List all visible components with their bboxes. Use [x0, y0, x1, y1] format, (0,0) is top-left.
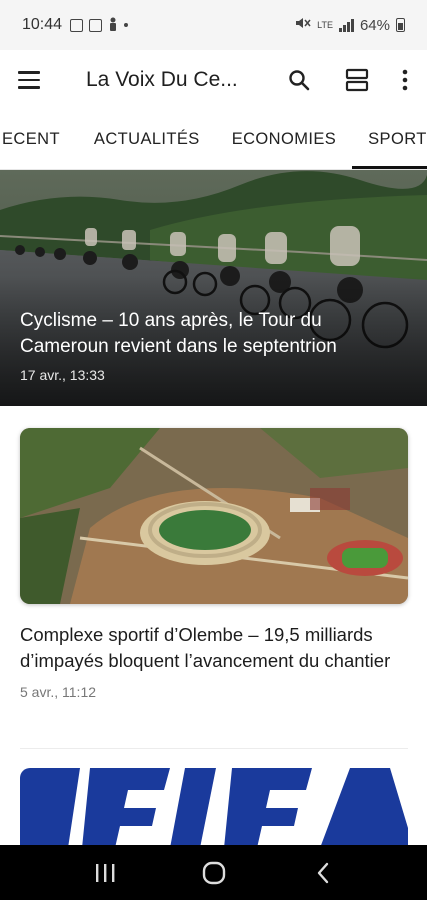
system-nav-bar — [0, 845, 427, 900]
menu-icon[interactable] — [18, 65, 48, 95]
mute-icon — [295, 16, 311, 34]
article-card-title: Complexe sportif d’Olembe – 19,5 milliar… — [20, 624, 391, 671]
article-card-date: 5 avr., 11:12 — [20, 684, 97, 700]
tab-actualites[interactable]: ACTUALITÉS — [78, 110, 216, 169]
person-notification-icon — [108, 17, 118, 34]
tab-economies[interactable]: ECONOMIES — [216, 110, 352, 169]
gallery-notification-icon — [70, 18, 84, 32]
battery-level: 64% — [359, 16, 390, 34]
app-screen: 10:44 LTE 64% La Voix Du Ce... ECENT ACT… — [0, 0, 427, 900]
featured-article-date: 17 avr., 13:33 — [20, 367, 105, 383]
system-icons: LTE 64% — [295, 16, 405, 34]
notification-icons — [70, 17, 129, 34]
category-tabs: ECENT ACTUALITÉS ECONOMIES SPORTS — [0, 110, 427, 170]
home-icon[interactable] — [184, 851, 244, 895]
tab-recent[interactable]: ECENT — [0, 110, 78, 169]
featured-article-title: Cyclisme – 10 ans après, le Tour du Came… — [20, 310, 337, 357]
tab-sports[interactable]: SPORTS — [352, 110, 427, 169]
mail-notification-icon — [89, 18, 103, 32]
status-time: 10:44 — [22, 16, 63, 33]
more-notifications-dot — [124, 23, 129, 27]
back-icon[interactable] — [293, 851, 353, 895]
app-bar: La Voix Du Ce... — [0, 50, 427, 110]
network-type-label: LTE — [317, 19, 333, 30]
featured-article[interactable]: Cyclisme – 10 ans après, le Tour du Came… — [0, 170, 427, 406]
status-bar: 10:44 LTE 64% — [0, 0, 427, 50]
article-divider — [20, 748, 408, 749]
app-title: La Voix Du Ce... — [86, 68, 238, 91]
search-icon[interactable] — [277, 58, 321, 102]
signal-icon — [338, 18, 354, 32]
more-vert-icon[interactable] — [393, 58, 417, 102]
view-toggle-icon[interactable] — [335, 58, 379, 102]
app-bar-actions — [277, 58, 417, 102]
fifa-logo-photo[interactable] — [20, 768, 408, 848]
article-card[interactable]: Complexe sportif d’Olembe – 19,5 milliar… — [20, 428, 408, 700]
stadium-aerial-photo — [20, 428, 408, 604]
battery-icon — [396, 18, 405, 32]
recents-icon[interactable] — [75, 851, 135, 895]
